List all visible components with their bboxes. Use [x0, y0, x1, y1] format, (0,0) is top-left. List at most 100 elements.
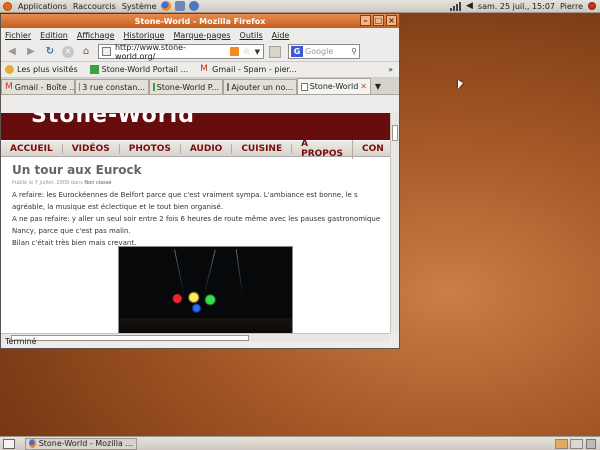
concert-photo[interactable] [118, 246, 293, 333]
site-navigation: ACCUEIL VIDÉOS PHOTOS AUDIO CUISINE À PR… [1, 138, 390, 159]
ubuntu-logo-icon[interactable] [3, 1, 12, 11]
mouse-cursor-icon [458, 80, 463, 89]
bookmark-label: Les plus visités [17, 65, 78, 74]
article-date: Publié le 7 juillet, 2009 dans [12, 180, 83, 186]
system-menu[interactable]: Système [122, 2, 157, 11]
trash-icon[interactable] [586, 438, 596, 449]
bookmark-stone-world[interactable]: Stone-World Portail ... [89, 65, 189, 74]
maximize-button[interactable]: □ [373, 15, 384, 26]
bookmarks-overflow-icon[interactable]: » [388, 65, 393, 74]
clock[interactable]: sam. 25 juil., 15:07 [478, 2, 555, 11]
tab-label: Ajouter un no... [231, 82, 293, 92]
site-banner: Stone-World [1, 113, 390, 140]
bookmark-page-icon[interactable] [269, 45, 281, 58]
tab-list-icon[interactable]: ▼ [371, 79, 385, 94]
bookmark-star-icon[interactable]: ☆ [243, 47, 251, 57]
close-button[interactable]: × [386, 15, 397, 26]
menu-help[interactable]: Aide [272, 31, 290, 40]
workspace-2[interactable] [570, 438, 583, 449]
workspace-switcher[interactable] [555, 438, 583, 449]
site-icon [89, 65, 99, 74]
url-dropdown-icon[interactable]: ▼ [255, 48, 260, 56]
taskbar-firefox[interactable]: Stone-World - Mozilla ... [25, 437, 137, 450]
bookmark-label: Stone-World Portail ... [101, 65, 189, 74]
applications-menu[interactable]: Applications [18, 2, 67, 11]
network-signal-icon[interactable] [450, 1, 461, 11]
article-line: agréable, la musique est éclectique et l… [12, 203, 224, 211]
firefox-icon [29, 439, 36, 448]
nav-accueil[interactable]: ACCUEIL [1, 143, 63, 154]
search-icon[interactable]: ⚲ [351, 47, 357, 56]
navigation-toolbar: ◀ ▶ ↻ ✕ ⌂ http://www.stone-world.org/ ☆ … [1, 42, 399, 62]
bookmark-label: Gmail - Spam - pier... [212, 65, 297, 74]
minimize-button[interactable]: – [360, 15, 371, 26]
menu-tools[interactable]: Outils [240, 31, 263, 40]
nav-cuisine[interactable]: CUISINE [232, 143, 293, 154]
tab-label: Stone-World P... [156, 82, 219, 92]
tab-label: Gmail - Boîte ... [14, 82, 75, 92]
user-switcher[interactable]: Pierre [560, 2, 583, 11]
article: Un tour aux Eurock Publié le 7 juillet, … [1, 157, 390, 248]
url-text: http://www.stone-world.org/ [114, 42, 186, 61]
power-icon[interactable] [588, 2, 596, 10]
maps-icon [79, 83, 81, 91]
tab-stone-world[interactable]: Stone-World ✕ [297, 78, 371, 94]
status-bar: Terminé [5, 337, 37, 346]
tab-ajouter[interactable]: Ajouter un no... [223, 79, 297, 94]
gmail-icon: M [200, 64, 208, 74]
search-placeholder: Google [305, 47, 334, 56]
url-bar[interactable]: http://www.stone-world.org/ ☆ ▼ [98, 42, 264, 61]
article-title[interactable]: Un tour aux Eurock [12, 163, 390, 177]
article-category-link[interactable]: Non classé [84, 180, 111, 186]
show-desktop-icon[interactable] [3, 438, 15, 449]
nav-contact[interactable]: CON [353, 144, 390, 154]
firefox-window: Stone-World - Mozilla Firefox – □ × Fich… [0, 14, 400, 349]
window-titlebar[interactable]: Stone-World - Mozilla Firefox – □ × [1, 14, 399, 28]
tab-stone-world-portail[interactable]: Stone-World P... [149, 79, 223, 94]
bookmarks-toolbar: Les plus visités Stone-World Portail ...… [1, 62, 399, 78]
menu-bookmarks[interactable]: Marque-pages [173, 31, 230, 40]
menu-file[interactable]: Fichier [5, 31, 31, 40]
bookmark-gmail-spam[interactable]: M Gmail - Spam - pier... [200, 64, 297, 75]
taskbar-label: Stone-World - Mozilla ... [38, 439, 133, 448]
nav-audio[interactable]: AUDIO [181, 143, 233, 154]
workspace-1[interactable] [555, 438, 568, 449]
search-box[interactable]: G Google ⚲ [288, 44, 360, 59]
top-panel: Applications Raccourcis Système ◀ sam. 2… [0, 0, 600, 13]
forward-button[interactable]: ▶ [24, 45, 38, 59]
bottom-panel: Stone-World - Mozilla ... [0, 436, 600, 450]
bookmark-most-visited[interactable]: Les plus visités [5, 65, 78, 74]
tab-maps[interactable]: 3 rue constan... [75, 79, 149, 94]
gear-icon [5, 65, 14, 74]
article-line: A refaire: les Eurockéennes de Belfort p… [12, 191, 358, 199]
tab-strip: M Gmail - Boîte ... 3 rue constan... Sto… [1, 78, 399, 95]
menu-history[interactable]: Historique [123, 31, 164, 40]
menu-view[interactable]: Affichage [77, 31, 115, 40]
places-menu[interactable]: Raccourcis [73, 2, 116, 11]
volume-icon[interactable]: ◀ [466, 1, 473, 11]
search-engine-icon[interactable]: G [291, 46, 303, 57]
menubar: Fichier Edition Affichage Historique Mar… [1, 28, 399, 42]
mail-launcher-icon[interactable] [174, 1, 185, 11]
nav-a-propos[interactable]: À PROPOS [292, 138, 354, 159]
gmail-icon: M [5, 82, 13, 92]
page-icon [227, 83, 230, 91]
site-logo[interactable]: Stone-World [31, 113, 195, 128]
menu-edit[interactable]: Edition [40, 31, 68, 40]
article-line: A ne pas refaire: y aller un seul soir e… [12, 215, 381, 223]
firefox-launcher-icon[interactable] [160, 1, 171, 11]
tab-close-icon[interactable]: ✕ [360, 82, 367, 91]
stop-button[interactable]: ✕ [62, 45, 74, 58]
home-button[interactable]: ⌂ [79, 45, 93, 59]
tab-gmail[interactable]: M Gmail - Boîte ... [1, 79, 75, 94]
site-favicon-icon [102, 47, 111, 56]
nav-videos[interactable]: VIDÉOS [63, 143, 120, 154]
reload-button[interactable]: ↻ [43, 45, 57, 59]
rss-icon[interactable] [229, 47, 239, 56]
help-launcher-icon[interactable] [188, 1, 199, 11]
page-icon [301, 82, 308, 91]
tab-label: Stone-World [309, 82, 359, 91]
vertical-scrollbar[interactable] [390, 113, 399, 333]
nav-photos[interactable]: PHOTOS [120, 143, 181, 154]
back-button[interactable]: ◀ [5, 45, 19, 59]
